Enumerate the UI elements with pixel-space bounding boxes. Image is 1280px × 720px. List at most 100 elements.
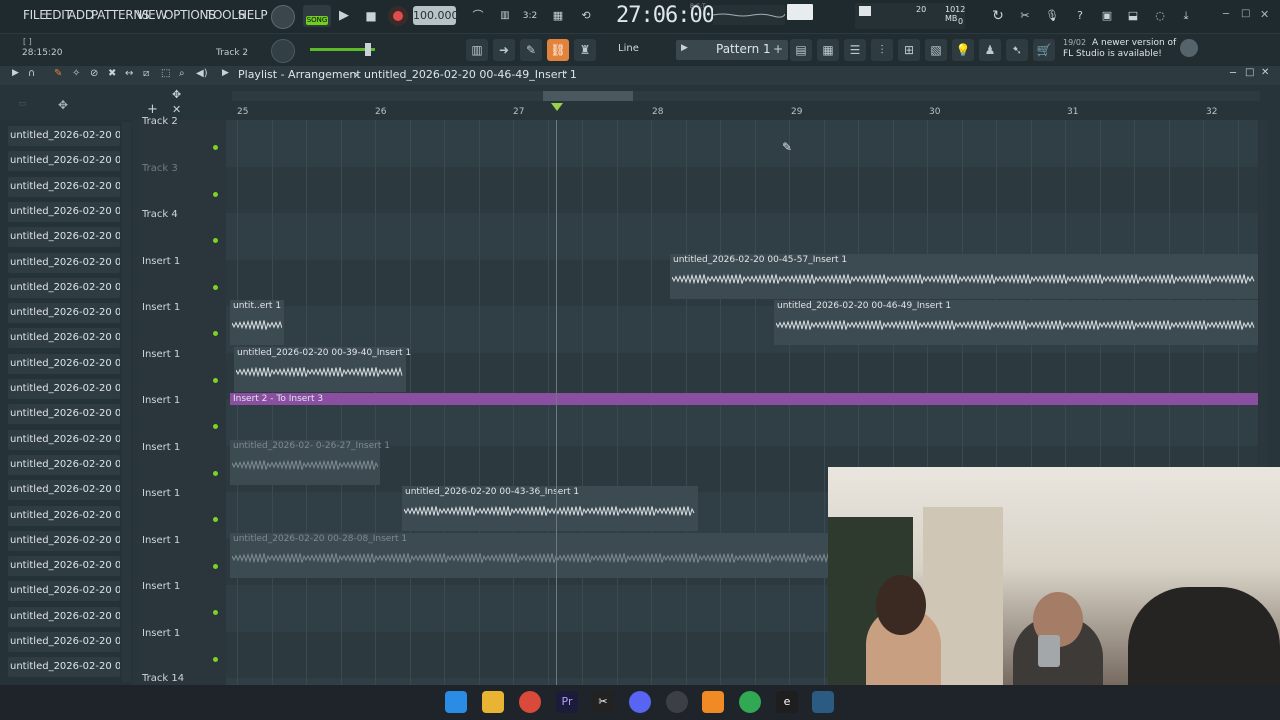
track-label[interactable]: Insert 1	[142, 395, 180, 406]
browser-item[interactable]: untitled_2026-02-20 00-	[8, 151, 120, 172]
track-led-icon[interactable]	[213, 145, 218, 150]
browser-item[interactable]: untitled_2026-02-20 00-	[8, 201, 120, 222]
snap-selector[interactable]: Line	[618, 43, 639, 54]
pencil-icon[interactable]: ✎	[520, 39, 542, 61]
settings-icon[interactable]	[812, 691, 834, 713]
delete-tool-icon[interactable]: ⊘	[90, 68, 98, 79]
pencil-tool-icon[interactable]: ✎	[54, 68, 62, 79]
playhead-marker[interactable]	[551, 103, 563, 111]
slip-tool-icon[interactable]: ↔	[125, 68, 133, 79]
windows-start-icon[interactable]	[445, 691, 467, 713]
track-label[interactable]: Insert 1	[142, 488, 180, 499]
audio-clip[interactable]: untitled_2026-02-20 00-46-49_Insert 1	[774, 300, 1258, 345]
download-icon[interactable]: ⤓	[1176, 6, 1196, 26]
browser-item[interactable]: untitled_2026-02-20 00-	[8, 353, 120, 374]
app-icon[interactable]	[666, 691, 688, 713]
flow-icon[interactable]: ➷	[1006, 39, 1028, 61]
master-knob[interactable]	[271, 5, 295, 29]
track-label[interactable]: Insert 1	[142, 535, 180, 546]
stop-icon[interactable]: ■	[360, 5, 382, 27]
browser-item[interactable]: untitled_2026-02-20 00-	[8, 176, 120, 197]
track-led-icon[interactable]	[213, 471, 218, 476]
microphone-icon[interactable]: 🎙	[1042, 6, 1062, 26]
epic-icon[interactable]: e	[776, 691, 798, 713]
menu-help[interactable]: HELP	[238, 8, 268, 22]
browser-item[interactable]: untitled_2026-02-20 00-	[8, 404, 120, 425]
paint-tool-icon[interactable]: ✧	[72, 68, 80, 79]
horizontal-scrollbar[interactable]	[232, 91, 1260, 101]
news-line2[interactable]: FL Studio is available!	[1063, 49, 1162, 59]
track-label[interactable]: Insert 1	[142, 442, 180, 453]
news-line1[interactable]: A newer version of	[1092, 38, 1176, 48]
help-icon[interactable]: ?	[1070, 6, 1090, 26]
scroll-thumb[interactable]	[543, 91, 633, 101]
track-label[interactable]: Insert 1	[142, 256, 180, 267]
bulb-icon[interactable]: 💡	[952, 39, 974, 61]
close-small-icon[interactable]: ✕	[172, 103, 181, 116]
browser-item[interactable]: untitled_2026-02-20 00-	[8, 454, 120, 475]
browser-item[interactable]: untitled_2026-02-20 00-	[8, 480, 120, 501]
cut-icon[interactable]: ✂	[1015, 6, 1035, 26]
slider-handle[interactable]	[365, 43, 371, 56]
picker-icon[interactable]: ▭	[18, 99, 27, 109]
zoom-tool-icon[interactable]: ⌕	[179, 68, 185, 79]
track-led-icon[interactable]	[213, 331, 218, 336]
track-led-icon[interactable]	[213, 564, 218, 569]
audio-clip[interactable]: untit..ert 1	[230, 300, 284, 345]
chat-icon[interactable]: ◌	[1150, 6, 1170, 26]
track-label[interactable]: Track 4	[142, 209, 178, 220]
audio-clip[interactable]: Insert 2 - To Insert 3	[230, 393, 1258, 405]
fl-studio-icon[interactable]	[702, 691, 724, 713]
browser-item[interactable]: untitled_2026-02-20 00-	[8, 379, 120, 399]
browser-item[interactable]: untitled_2026-02-20 00-	[8, 252, 120, 273]
track-led-icon[interactable]	[213, 657, 218, 662]
cart-icon[interactable]: 🛒	[1033, 39, 1055, 61]
play-icon[interactable]: ▶	[333, 5, 355, 27]
close-icon[interactable]: ✕	[1260, 8, 1269, 21]
render-icon[interactable]: ⬓	[1123, 6, 1143, 26]
browser-item[interactable]: untitled_2026-02-20 00-	[8, 429, 120, 450]
folder-icon[interactable]	[482, 691, 504, 713]
track-label[interactable]: Track 3	[142, 163, 178, 174]
menu-file[interactable]: FILE	[23, 8, 47, 22]
select-tool-icon[interactable]: ⬚	[161, 68, 170, 79]
playlist-icon[interactable]: ▤	[790, 39, 812, 61]
metronome-icon[interactable]: ⌒	[468, 6, 488, 26]
browser-item[interactable]: untitled_2026-02-20 00-	[8, 126, 120, 146]
track-label[interactable]: Insert 1	[142, 302, 180, 313]
wait-input-icon[interactable]: ▥	[495, 6, 515, 26]
save-icon[interactable]: ▣	[1097, 6, 1117, 26]
chrome-icon[interactable]	[739, 691, 761, 713]
stamp-icon[interactable]: ♜	[574, 39, 596, 61]
maximize-icon[interactable]: □	[1241, 8, 1250, 19]
refresh-icon[interactable]: ↻	[988, 6, 1008, 26]
song-time-display[interactable]: 27:06:00	[616, 2, 715, 30]
track-label[interactable]: Insert 1	[142, 349, 180, 360]
audio-clip[interactable]: untitled_2026-02-20 00-28-08_Insert 1	[230, 533, 832, 578]
playback-tool-icon[interactable]: ◀)	[196, 68, 208, 79]
slice-tool-icon[interactable]: ⧄	[143, 68, 149, 79]
browser-item[interactable]: untitled_2026-02-20 00-	[8, 530, 120, 551]
link-icon[interactable]: ⛓	[547, 39, 569, 61]
step-edit-icon[interactable]: ▦	[547, 6, 569, 26]
browser-item[interactable]: untitled_2026-02-20 00-	[8, 303, 120, 324]
browser-item[interactable]: untitled_2026-02-20 00-	[8, 632, 120, 652]
track-led-icon[interactable]	[213, 238, 218, 243]
countdown-icon[interactable]: 3:2	[520, 6, 540, 26]
channel-rack-icon[interactable]: ▦	[817, 39, 839, 61]
browser-item[interactable]: untitled_2026-02-20 00-	[8, 606, 120, 627]
mixer-icon[interactable]: ☰	[844, 39, 866, 61]
audio-clip[interactable]: untitled_2026-02-20 00-43-36_Insert 1	[402, 486, 698, 531]
browser-item[interactable]: untitled_2026-02-20 00-	[8, 328, 120, 349]
browser-scrollbar[interactable]	[122, 122, 131, 682]
account-icon[interactable]	[1180, 39, 1198, 57]
menu-view[interactable]: VIEW	[137, 8, 167, 22]
browser-item[interactable]: untitled_2026-02-20 00-	[8, 277, 120, 298]
eq-icon[interactable]: ⫶	[871, 39, 893, 61]
master-volume-slider[interactable]	[310, 43, 375, 56]
track-led-icon[interactable]	[213, 424, 218, 429]
browser-item[interactable]: untitled_2026-02-20 00-	[8, 505, 120, 526]
capcut-icon[interactable]: ✂	[592, 691, 614, 713]
track-led-icon[interactable]	[213, 378, 218, 383]
chrome-icon[interactable]	[519, 691, 541, 713]
